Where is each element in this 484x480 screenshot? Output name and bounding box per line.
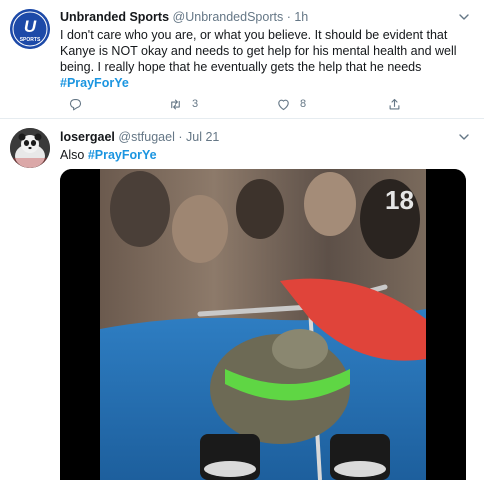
avatar-image <box>10 128 50 168</box>
display-name[interactable]: Unbranded Sports <box>60 10 169 24</box>
retweet-button[interactable]: 3 <box>168 94 198 114</box>
tweet-body: Also <box>60 148 85 162</box>
tweet-content: Unbranded Sports @UnbrandedSports · 1h I… <box>60 8 472 91</box>
hashtag-link[interactable]: #PrayForYe <box>88 148 157 162</box>
avatar-sub-text: SPORTS <box>20 37 41 43</box>
separator-dot: · <box>178 130 183 144</box>
share-icon <box>389 98 400 109</box>
tweet[interactable]: U SPORTS Unbranded Sports @UnbrandedSpor… <box>0 0 484 119</box>
avatar[interactable] <box>10 128 50 168</box>
tweet-text: I don't care who you are, or what you be… <box>60 27 472 91</box>
tweet-header: Unbranded Sports @UnbrandedSports · 1h <box>60 8 472 26</box>
like-button[interactable]: 8 <box>276 94 306 114</box>
reply-button[interactable] <box>68 94 83 114</box>
tweet-content: losergael @stfugael · Jul 21 Also #PrayF… <box>60 128 472 163</box>
tweet-actions: 3 8 <box>60 94 420 114</box>
video-frame: 18 <box>60 169 466 480</box>
tweet-header: losergael @stfugael · Jul 21 <box>60 128 472 146</box>
user-handle[interactable]: @UnbrandedSports <box>173 10 284 24</box>
tweet[interactable]: losergael @stfugael · Jul 21 Also #PrayF… <box>0 120 484 480</box>
jersey-number: 18 <box>385 185 414 215</box>
like-count: 8 <box>300 98 307 110</box>
timestamp[interactable]: Jul 21 <box>186 130 219 144</box>
unbranded-sports-logo: U SPORTS <box>10 9 50 49</box>
tweet-body: I don't care who you are, or what you be… <box>60 28 457 74</box>
retweet-count: 3 <box>192 98 199 110</box>
tweet-text: Also #PrayForYe <box>60 147 472 163</box>
heart-icon <box>278 99 289 110</box>
chevron-down-icon[interactable] <box>458 11 470 23</box>
hashtag-link[interactable]: #PrayForYe <box>60 76 129 90</box>
avatar-letter: U <box>24 17 37 36</box>
display-name[interactable]: losergael <box>60 130 115 144</box>
separator-dot: · <box>286 10 291 24</box>
timestamp[interactable]: 1h <box>294 10 308 24</box>
retweet-icon <box>171 99 180 109</box>
video-player[interactable]: 18 <box>60 169 466 480</box>
share-button[interactable] <box>387 94 402 114</box>
avatar[interactable]: U SPORTS <box>10 9 50 49</box>
reply-icon <box>69 98 82 110</box>
user-handle[interactable]: @stfugael <box>118 130 174 144</box>
chevron-down-icon[interactable] <box>458 131 470 143</box>
